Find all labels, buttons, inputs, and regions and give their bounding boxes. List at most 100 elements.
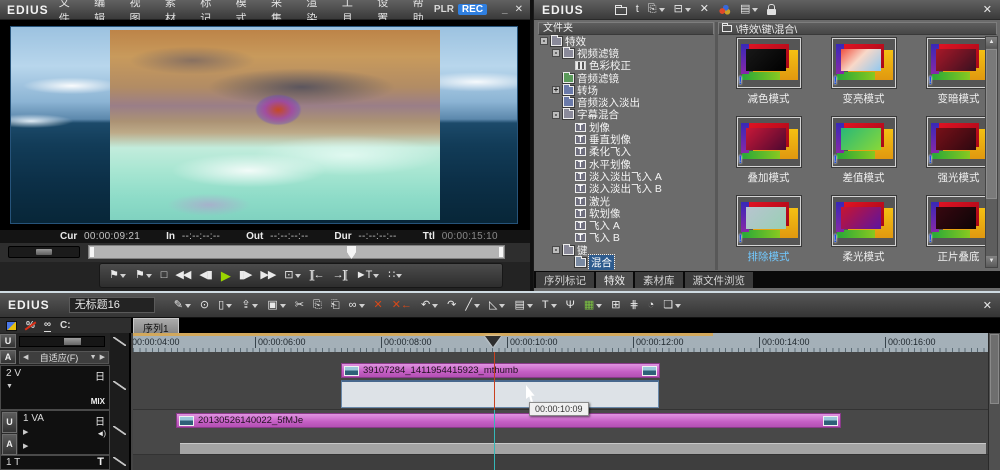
undo-button[interactable]: ↶ — [421, 300, 438, 311]
effect-thumbnail[interactable] — [832, 117, 896, 167]
effect-thumbnail[interactable] — [832, 196, 896, 246]
solo-button[interactable]: A — [2, 434, 17, 455]
audio-patch-dropdown[interactable]: ◀ 自适应(F) ▼ ▶ — [19, 351, 109, 364]
track-header-2v[interactable]: 2 V 日 ▼ MIX — [0, 365, 110, 410]
palette-tab[interactable]: 素材库 — [635, 272, 683, 288]
display-mode-button[interactable]: ∷ — [388, 270, 402, 281]
close-icon[interactable]: ✕ — [983, 3, 992, 16]
audio-subtrack-bar[interactable] — [180, 443, 986, 454]
scrollbar-thumb[interactable] — [986, 49, 997, 199]
view-icon[interactable]: ▤ — [740, 4, 758, 15]
previous-frame-button[interactable]: ◀▮ — [199, 270, 212, 281]
playhead-marker-icon[interactable] — [485, 336, 501, 347]
effect-thumbnail[interactable] — [737, 38, 801, 88]
expander-icon[interactable]: + — [552, 86, 560, 94]
edit-mode-button[interactable]: ✎ — [174, 300, 191, 311]
effect-item[interactable]: 柔光模式 — [816, 194, 911, 273]
video-clip-2v[interactable]: 39107284_1411954415923_mthumb — [341, 363, 660, 378]
sync-mode-icon[interactable]: % — [26, 321, 35, 331]
goto-in-button[interactable]: ][← — [310, 270, 324, 281]
tree-item[interactable]: 音频滤镜 — [538, 72, 714, 84]
effect-thumbnail[interactable] — [832, 38, 896, 88]
expand-icon[interactable]: ▶ — [23, 442, 28, 450]
match-frame-button[interactable]: ∞ — [349, 300, 365, 311]
effect-item[interactable]: 变亮模式 — [816, 36, 911, 115]
sequence-tab[interactable]: 序列1 — [133, 318, 179, 333]
delete-icon[interactable]: ✕ — [700, 4, 709, 15]
tree-item-label[interactable]: 混合 — [589, 255, 614, 270]
video-frame-icon[interactable]: 日 — [95, 368, 105, 383]
effect-thumbnail[interactable] — [737, 117, 801, 167]
tree-item[interactable]: 音频淡入淡出 — [538, 96, 714, 108]
add-to-timeline-icon[interactable]: t — [636, 4, 639, 15]
fast-forward-button[interactable]: ▶▶ — [260, 270, 275, 281]
effect-item[interactable]: 排除模式 — [721, 194, 816, 273]
tree-item[interactable]: 软划像 — [538, 207, 714, 219]
effect-item[interactable]: 叠加模式 — [721, 115, 816, 194]
expander-icon[interactable]: - — [552, 246, 560, 254]
close-icon[interactable]: ✕ — [515, 4, 523, 15]
player-mode-button[interactable]: PLR — [434, 4, 454, 15]
tree-item[interactable]: - 字幕混合 — [538, 109, 714, 121]
track-patch-icon[interactable] — [6, 321, 17, 331]
tree-item[interactable]: 激光 — [538, 195, 714, 207]
stop-button[interactable]: □ — [161, 270, 167, 281]
video-clip-1va[interactable]: 20130526140022_5fMJe — [176, 413, 841, 428]
effect-item[interactable]: 减色模式 — [721, 36, 816, 115]
solo-button[interactable]: A — [0, 350, 16, 364]
expander-icon[interactable]: - — [552, 49, 560, 57]
effect-thumbnail[interactable] — [737, 196, 801, 246]
capture-button[interactable]: ⊙ — [200, 300, 209, 311]
track-zoom-slider[interactable] — [19, 336, 105, 347]
effect-thumbnail[interactable] — [927, 117, 991, 167]
speaker-icon[interactable]: ◄) — [96, 429, 105, 438]
voiceover-button[interactable]: Ψ — [566, 300, 575, 311]
project-title-field[interactable]: 无标题16 — [69, 297, 155, 313]
timeline-vertical-scrollbar[interactable] — [988, 333, 1000, 470]
ripple-mode-icon[interactable]: ∞ — [44, 320, 51, 332]
tree-item[interactable]: 淡入淡出飞入 B — [538, 183, 714, 195]
scrollbar-thumb[interactable] — [990, 334, 999, 404]
track-header-1va[interactable]: U A 1 VA 日 ▶ ▶ ◄) — [0, 410, 110, 455]
position-bar[interactable] — [88, 245, 505, 259]
pane-splitter[interactable] — [715, 22, 718, 270]
position-marker[interactable] — [347, 246, 356, 259]
tree-item[interactable]: 飞入 A — [538, 219, 714, 231]
scroll-down-icon[interactable]: ▼ — [986, 256, 997, 267]
redo-button[interactable]: ↷ — [447, 300, 456, 311]
fade-icon[interactable] — [113, 457, 126, 466]
video-frame-icon[interactable]: 日 — [95, 413, 105, 428]
duplicate-icon[interactable]: ⎘ — [648, 4, 665, 15]
track-options-icon[interactable]: C: — [60, 321, 71, 331]
render-button[interactable]: ▦ — [584, 300, 602, 311]
title-tool-button[interactable]: T — [542, 300, 557, 311]
multicam-button[interactable]: ⊞ — [611, 300, 620, 311]
recorder-mode-button[interactable]: REC — [458, 4, 487, 15]
add-title-clip-button[interactable]: ▤ — [514, 300, 532, 311]
tree-item[interactable]: 混合 — [538, 256, 714, 268]
shuttle-slider[interactable] — [8, 246, 80, 258]
loop-button[interactable]: ⊡ — [284, 270, 300, 281]
track-lane-1t[interactable] — [133, 455, 988, 470]
palette-tab[interactable]: 特效 — [596, 272, 633, 288]
ripple-delete-button[interactable]: ✕← — [392, 300, 412, 311]
expander-icon[interactable]: - — [552, 111, 560, 119]
new-folder-icon[interactable] — [615, 4, 627, 15]
patch-right-icon[interactable]: ▶ — [100, 353, 105, 361]
mark-in-button[interactable]: ⚑ — [109, 270, 126, 281]
tween-icon[interactable]: ⊟ — [674, 4, 691, 15]
minimize-icon[interactable]: _ — [502, 4, 508, 15]
delete-in-out-button[interactable]: ✕ — [374, 300, 383, 311]
drag-ghost-region[interactable] — [341, 380, 659, 408]
fade-icon[interactable] — [113, 337, 126, 346]
patch-down-icon[interactable]: ▼ — [90, 354, 97, 361]
mark-out-button[interactable]: ⚑ — [135, 270, 152, 281]
lock-icon[interactable] — [767, 4, 776, 15]
mute-button[interactable]: U — [2, 412, 17, 433]
palette-tab[interactable]: 源文件浏览 — [685, 272, 754, 288]
effect-item[interactable]: 差值模式 — [816, 115, 911, 194]
color-correction-button[interactable]: ◔ — [648, 300, 655, 311]
mixer-label[interactable]: MIX — [91, 397, 105, 406]
import-button[interactable]: ⇪ — [241, 300, 258, 311]
add-audio-fade-button[interactable]: ◺ — [489, 300, 505, 311]
